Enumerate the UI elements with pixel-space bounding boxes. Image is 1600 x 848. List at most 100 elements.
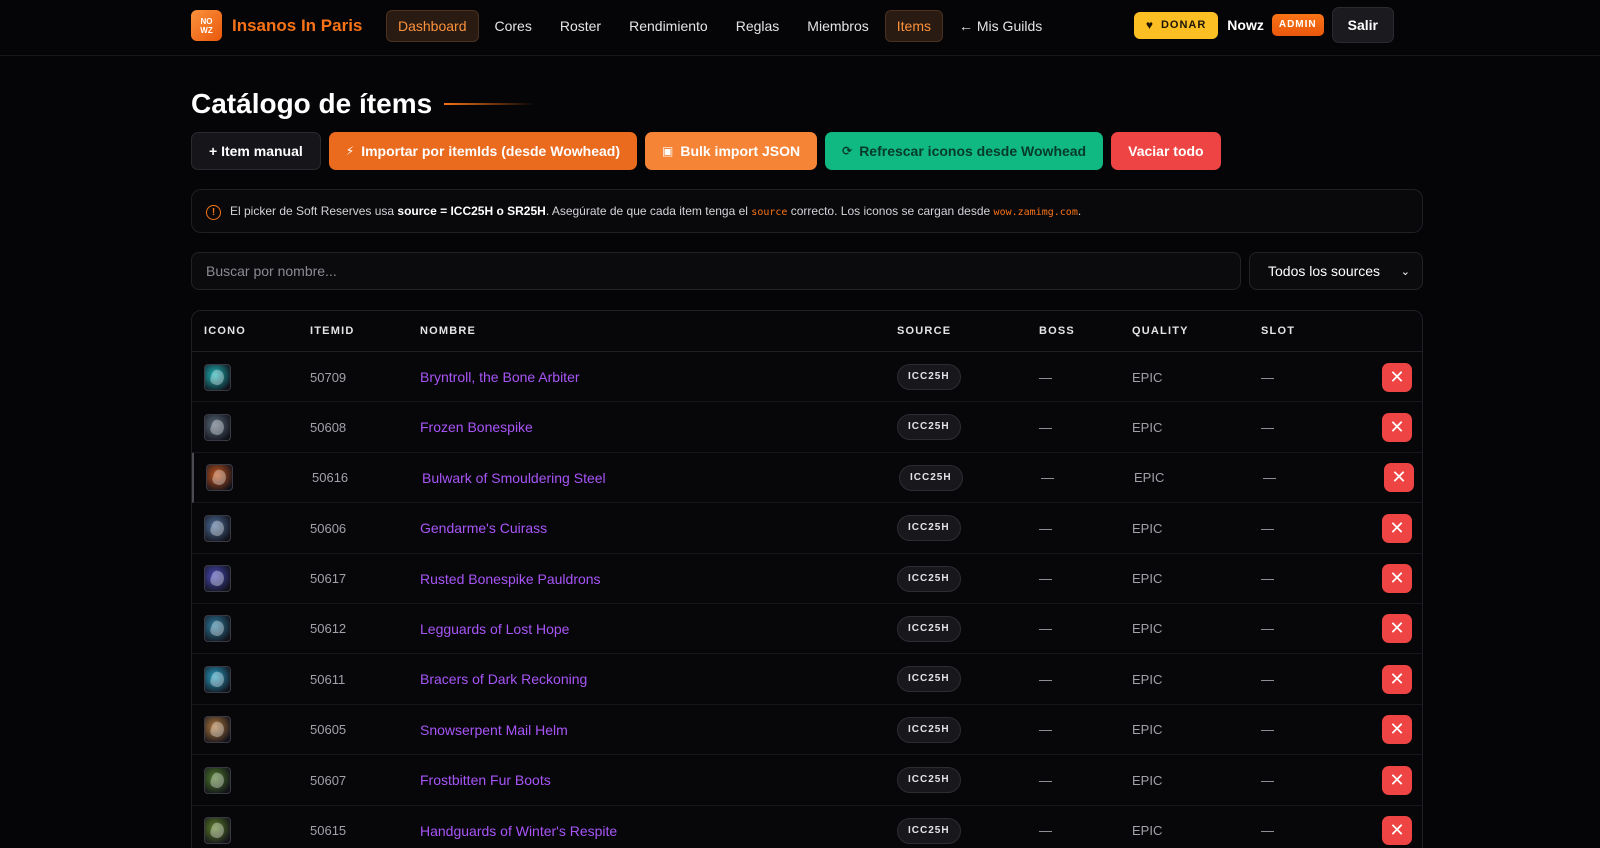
item-name-link[interactable]: Bulwark of Smouldering Steel [422, 470, 606, 486]
item-icon[interactable] [204, 766, 231, 794]
bulk-label: Bulk import JSON [680, 143, 801, 159]
item-name-link[interactable]: Bryntroll, the Bone Arbiter [420, 369, 580, 385]
item-quality: EPIC [1132, 419, 1163, 435]
item-boss: — [1039, 571, 1052, 587]
delete-item-button[interactable]: ✕ [1382, 412, 1412, 442]
source-badge: ICC25H [897, 414, 961, 441]
notice-part: El picker de Soft Reserves usa [230, 204, 398, 218]
notice-code: source [751, 207, 788, 218]
info-icon: ! [206, 205, 221, 220]
notice-code: wow.zamimg.com [993, 207, 1078, 218]
item-slot: — [1261, 520, 1274, 536]
chevron-down-icon: ⌄ [1400, 265, 1410, 278]
item-name-link[interactable]: Snowserpent Mail Helm [420, 722, 568, 738]
item-icon[interactable] [206, 464, 233, 492]
item-id: 50615 [310, 823, 347, 839]
delete-item-button[interactable]: ✕ [1382, 715, 1412, 745]
item-slot: — [1263, 470, 1276, 486]
table-row: 50605 Snowserpent Mail Helm ICC25H — EPI… [192, 705, 1422, 756]
delete-item-button[interactable]: ✕ [1382, 513, 1412, 543]
source-badge: ICC25H [897, 364, 961, 390]
item-quality: EPIC [1132, 722, 1163, 738]
item-icon[interactable] [204, 716, 231, 744]
bulk-import-json-button[interactable]: ▣ Bulk import JSON [644, 132, 818, 170]
item-id: 50617 [310, 571, 347, 587]
search-input[interactable] [191, 252, 1241, 290]
item-id: 50611 [310, 671, 346, 687]
nav-reglas[interactable]: Reglas [724, 10, 792, 42]
col-header-icon: ICONO [204, 325, 247, 337]
source-badge: ICC25H [897, 515, 961, 542]
item-boss: — [1039, 419, 1052, 435]
nav-mis-guilds[interactable]: ← Mis Guilds [947, 10, 1054, 42]
logout-button[interactable]: Salir [1331, 7, 1394, 43]
import-by-itemids-button[interactable]: ⚡ Importar por itemIds (desde Wowhead) [328, 132, 637, 170]
refresh-icons-button[interactable]: ⟳ Refrescar iconos desde Wowhead [825, 132, 1104, 170]
delete-item-button[interactable]: ✕ [1382, 564, 1412, 594]
page-header: Catálogo de ítems [191, 88, 535, 120]
donate-label: DONAR [1160, 19, 1207, 31]
top-navbar: NOWZ Insanos In Paris Dashboard Cores Ro… [0, 0, 1600, 56]
item-quality: EPIC [1132, 772, 1163, 788]
item-icon[interactable] [204, 363, 231, 391]
col-header-source: SOURCE [897, 325, 952, 337]
close-icon: ✕ [1389, 769, 1405, 790]
item-icon[interactable] [204, 514, 231, 542]
item-icon[interactable] [204, 413, 231, 441]
delete-item-button[interactable]: ✕ [1382, 614, 1412, 644]
nav-items[interactable]: Items [884, 10, 943, 42]
table-row: 50616 Bulwark of Smouldering Steel ICC25… [192, 452, 1422, 504]
item-boss: — [1039, 369, 1052, 385]
item-slot: — [1261, 571, 1274, 587]
item-name-link[interactable]: Bracers of Dark Reckoning [420, 671, 587, 687]
item-boss: — [1039, 621, 1052, 637]
source-filter-select[interactable]: Todos los sources ⌄ [1249, 252, 1423, 290]
table-body: 50709 Bryntroll, the Bone Arbiter ICC25H… [192, 352, 1422, 848]
nav-miembros[interactable]: Miembros [795, 10, 880, 42]
table-row: 50709 Bryntroll, the Bone Arbiter ICC25H… [192, 352, 1422, 403]
nav-cores[interactable]: Cores [483, 10, 544, 42]
item-slot: — [1261, 621, 1274, 637]
delete-item-button[interactable]: ✕ [1382, 362, 1412, 392]
item-name-link[interactable]: Frozen Bonespike [420, 419, 533, 435]
item-name-link[interactable]: Legguards of Lost Hope [420, 621, 569, 637]
close-icon: ✕ [1389, 568, 1405, 589]
guild-logo-icon: NOWZ [191, 10, 222, 41]
nav-dashboard[interactable]: Dashboard [386, 10, 479, 42]
close-icon: ✕ [1391, 467, 1407, 488]
item-name-link[interactable]: Rusted Bonespike Pauldrons [420, 571, 601, 587]
item-quality: EPIC [1132, 621, 1163, 637]
title-accent-line [444, 103, 535, 105]
item-icon[interactable] [204, 665, 231, 693]
delete-item-button[interactable]: ✕ [1382, 816, 1412, 846]
delete-item-button[interactable]: ✕ [1382, 664, 1412, 694]
delete-item-button[interactable]: ✕ [1382, 765, 1412, 795]
item-icon[interactable] [204, 615, 231, 643]
donate-button[interactable]: ♥ DONAR [1133, 11, 1219, 39]
delete-item-button[interactable]: ✕ [1384, 463, 1414, 493]
item-boss: — [1039, 722, 1052, 738]
add-manual-label: + Item manual [209, 143, 303, 159]
item-icon[interactable] [204, 817, 231, 845]
package-icon: ▣ [661, 144, 674, 158]
refresh-icon: ⟳ [842, 144, 853, 158]
item-id: 50606 [310, 520, 347, 536]
item-id: 50612 [310, 621, 347, 637]
item-name-link[interactable]: Frostbitten Fur Boots [420, 772, 551, 788]
item-boss: — [1039, 823, 1052, 839]
user-area: ♥ DONAR Nowz ADMIN Salir [1133, 7, 1394, 43]
item-icon[interactable] [204, 565, 231, 593]
add-manual-item-button[interactable]: + Item manual [191, 132, 321, 170]
items-table: ICONO ITEMID NOMBRE SOURCE BOSS QUALITY … [191, 310, 1423, 848]
item-slot: — [1261, 671, 1274, 687]
table-row: 50607 Frostbitten Fur Boots ICC25H — EPI… [192, 755, 1422, 806]
clear-all-button[interactable]: Vaciar todo [1111, 132, 1221, 170]
close-icon: ✕ [1389, 719, 1405, 740]
item-name-link[interactable]: Handguards of Winter's Respite [420, 823, 617, 839]
page-title: Catálogo de ítems [191, 88, 433, 119]
item-name-link[interactable]: Gendarme's Cuirass [420, 520, 547, 536]
nav-roster[interactable]: Roster [548, 10, 613, 42]
notice-part: . Asegúrate de que cada item tenga el [545, 204, 752, 218]
nav-rendimiento[interactable]: Rendimiento [617, 10, 720, 42]
brand[interactable]: NOWZ Insanos In Paris [191, 10, 362, 41]
